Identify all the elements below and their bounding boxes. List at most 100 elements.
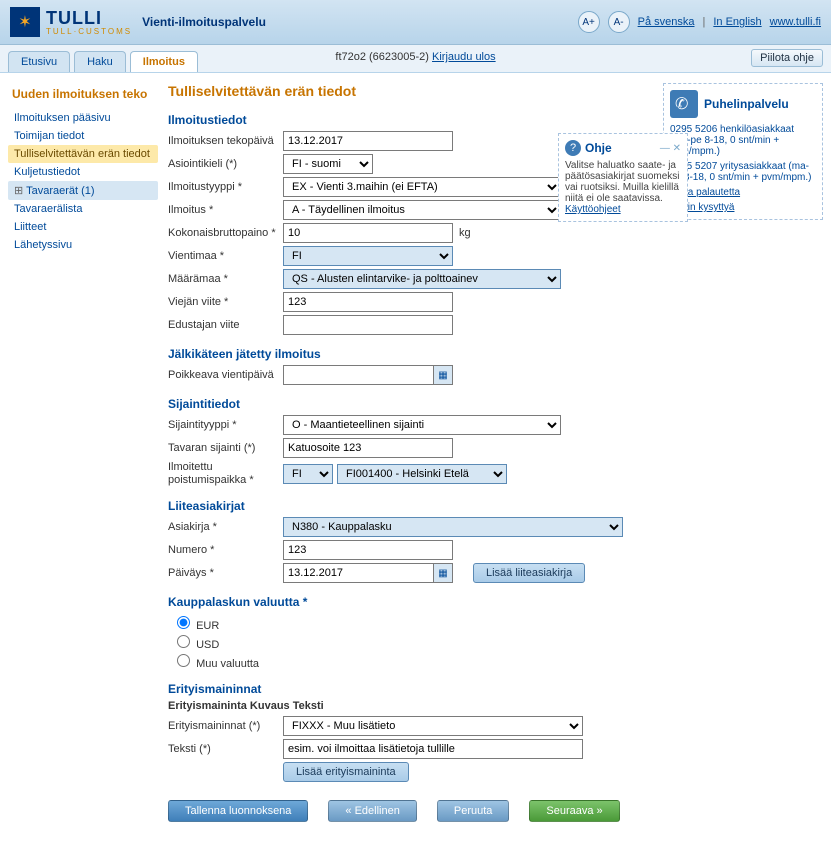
- label-language: Asiointikieli (*): [168, 158, 283, 170]
- currency-eur-radio[interactable]: [177, 616, 190, 629]
- tab-ilmoitus[interactable]: Ilmoitus: [130, 51, 198, 72]
- language-select[interactable]: FI - suomi: [283, 154, 373, 174]
- label-exporter-ref: Viejän viite *: [168, 296, 283, 308]
- help-icon: ?: [565, 140, 581, 156]
- label-declaration-type: Ilmoitustyyppi *: [168, 181, 283, 193]
- calendar-icon[interactable]: ▦: [433, 365, 453, 385]
- label-destination-country: Määrämaa *: [168, 273, 283, 285]
- previous-button[interactable]: « Edellinen: [328, 800, 416, 822]
- page-title: Tulliselvitettävän erän tiedot: [168, 83, 653, 99]
- exit-office-select[interactable]: FI001400 - Helsinki Etelä: [337, 464, 507, 484]
- help-minimize-button[interactable]: — ✕: [660, 143, 681, 154]
- currency-other-radio[interactable]: [177, 654, 190, 667]
- logo: ✶ TULLI TULL·CUSTOMS: [10, 7, 132, 37]
- tab-haku[interactable]: Haku: [74, 51, 126, 72]
- logout-link[interactable]: Kirjaudu ulos: [432, 51, 496, 63]
- special-mention-select[interactable]: FIXXX - Muu lisätieto: [283, 716, 583, 736]
- font-plus-button[interactable]: A+: [578, 11, 600, 33]
- label-special-mention: Erityismaininnat (*): [168, 720, 283, 732]
- action-bar: Tallenna luonnoksena « Edellinen Peruuta…: [168, 800, 653, 822]
- label-declaration: Ilmoitus *: [168, 204, 283, 216]
- label-doc-date: Päiväys *: [168, 567, 283, 579]
- phone-icon: [670, 90, 698, 118]
- help-body: Valitse haluatko saate- ja päätösasiakir…: [565, 160, 681, 204]
- exit-country-select[interactable]: FI: [283, 464, 333, 484]
- hide-help-button[interactable]: Piilota ohje: [751, 49, 823, 67]
- service-name: Vienti-ilmoituspalvelu: [142, 15, 266, 29]
- help-manual-link[interactable]: Käyttöohjeet: [565, 204, 621, 215]
- sidebar-title: Uuden ilmoituksen teko: [12, 87, 158, 101]
- declaration-select[interactable]: A - Täydellinen ilmoitus: [283, 200, 561, 220]
- session-id: ft72o2 (6623005-2): [335, 51, 429, 63]
- tab-bar: Etusivu Haku Ilmoitus ft72o2 (6623005-2)…: [0, 45, 831, 73]
- group-late: Jälkikäteen jätetty ilmoitus: [168, 347, 653, 361]
- label-goods-location: Tavaran sijainti (*): [168, 442, 283, 454]
- tab-etusivu[interactable]: Etusivu: [8, 51, 70, 72]
- sidebar: Uuden ilmoituksen teko Ilmoituksen pääsi…: [8, 83, 158, 822]
- weight-unit: kg: [459, 227, 471, 239]
- font-minus-button[interactable]: A-: [608, 11, 630, 33]
- add-special-button[interactable]: Lisää erityismaininta: [283, 762, 409, 782]
- sidebar-item-send[interactable]: Lähetyssivu: [8, 236, 158, 254]
- document-select[interactable]: N380 - Kauppalasku: [283, 517, 623, 537]
- main-form: Tulliselvitettävän erän tiedot ? Ohje — …: [168, 83, 653, 822]
- sidebar-item-main[interactable]: Ilmoituksen pääsivu: [8, 109, 158, 127]
- export-country-select[interactable]: FI: [283, 246, 453, 266]
- doc-number-input[interactable]: [283, 540, 453, 560]
- currency-eur-option[interactable]: EUR: [172, 620, 219, 632]
- session-info: ft72o2 (6623005-2) Kirjaudu ulos: [335, 51, 495, 63]
- group-ilmoitustiedot: Ilmoitustiedot: [168, 113, 653, 127]
- location-type-select[interactable]: O - Maantieteellinen sijainti: [283, 415, 561, 435]
- label-agent-ref: Edustajan viite: [168, 319, 283, 331]
- app-header: ✶ TULLI TULL·CUSTOMS Vienti-ilmoituspalv…: [0, 0, 831, 45]
- separator: |: [702, 16, 705, 28]
- label-deviating-date: Poikkeava vientipäivä: [168, 369, 283, 381]
- lang-sv-link[interactable]: På svenska: [638, 16, 695, 28]
- phone-line-2: 0295 5207 yritysasiakkaat (ma-pe 8-18, 0…: [670, 161, 816, 183]
- currency-usd-option[interactable]: USD: [172, 639, 219, 651]
- help-box: ? Ohje — ✕ Valitse haluatko saate- ja pä…: [558, 133, 688, 222]
- exporter-ref-input[interactable]: [283, 292, 453, 312]
- site-link[interactable]: www.tulli.fi: [770, 16, 821, 28]
- sidebar-item-consignment[interactable]: Tulliselvitettävän erän tiedot: [8, 145, 158, 163]
- logo-icon: ✶: [10, 7, 40, 37]
- agent-ref-input[interactable]: [283, 315, 453, 335]
- save-draft-button[interactable]: Tallenna luonnoksena: [168, 800, 308, 822]
- logo-main: TULLI: [46, 8, 102, 28]
- lang-en-link[interactable]: In English: [713, 16, 761, 28]
- sidebar-item-goodslist[interactable]: Tavaraerälista: [8, 200, 158, 218]
- sidebar-item-attachments[interactable]: Liitteet: [8, 218, 158, 236]
- deviating-date-input[interactable]: [283, 365, 433, 385]
- declaration-date-input[interactable]: [283, 131, 453, 151]
- label-exit-office: Ilmoitettu poistumispaikka *: [168, 461, 283, 487]
- group-documents: Liiteasiakirjat: [168, 499, 653, 513]
- phone-title: Puhelinpalvelu: [704, 97, 789, 111]
- faq-link[interactable]: Usein kysyttyä: [670, 202, 816, 213]
- add-document-button[interactable]: Lisää liiteasiakirja: [473, 563, 585, 583]
- phone-line-1: 0295 5206 henkilöasiakkaat (ma-pe 8-18, …: [670, 124, 816, 157]
- calendar-icon[interactable]: ▦: [433, 563, 453, 583]
- next-button[interactable]: Seuraava »: [529, 800, 619, 822]
- special-text-input[interactable]: [283, 739, 583, 759]
- sidebar-item-operator[interactable]: Toimijan tiedot: [8, 127, 158, 145]
- help-title: Ohje: [585, 141, 612, 155]
- group-special: Erityismaininnat: [168, 682, 653, 696]
- logo-sub: TULL·CUSTOMS: [46, 27, 132, 36]
- label-declaration-date: Ilmoituksen tekopäivä: [168, 135, 283, 147]
- currency-usd-radio[interactable]: [177, 635, 190, 648]
- sidebar-item-goodsitems[interactable]: Tavaraerät (1): [8, 181, 158, 200]
- label-location-type: Sijaintityyppi *: [168, 419, 283, 431]
- sidebar-item-transport[interactable]: Kuljetustiedot: [8, 163, 158, 181]
- doc-date-input[interactable]: [283, 563, 433, 583]
- currency-other-option[interactable]: Muu valuutta: [172, 658, 259, 670]
- feedback-link[interactable]: Anna palautetta: [670, 187, 816, 198]
- destination-country-select[interactable]: QS - Alusten elintarvike- ja polttoainev: [283, 269, 561, 289]
- declaration-type-select[interactable]: EX - Vienti 3.maihin (ei EFTA): [283, 177, 561, 197]
- label-special-text: Teksti (*): [168, 743, 283, 755]
- group-currency: Kauppalaskun valuutta *: [168, 595, 653, 609]
- goods-location-input[interactable]: [283, 438, 453, 458]
- label-document: Asiakirja *: [168, 521, 283, 533]
- gross-weight-input[interactable]: [283, 223, 453, 243]
- cancel-button[interactable]: Peruuta: [437, 800, 510, 822]
- label-doc-number: Numero *: [168, 544, 283, 556]
